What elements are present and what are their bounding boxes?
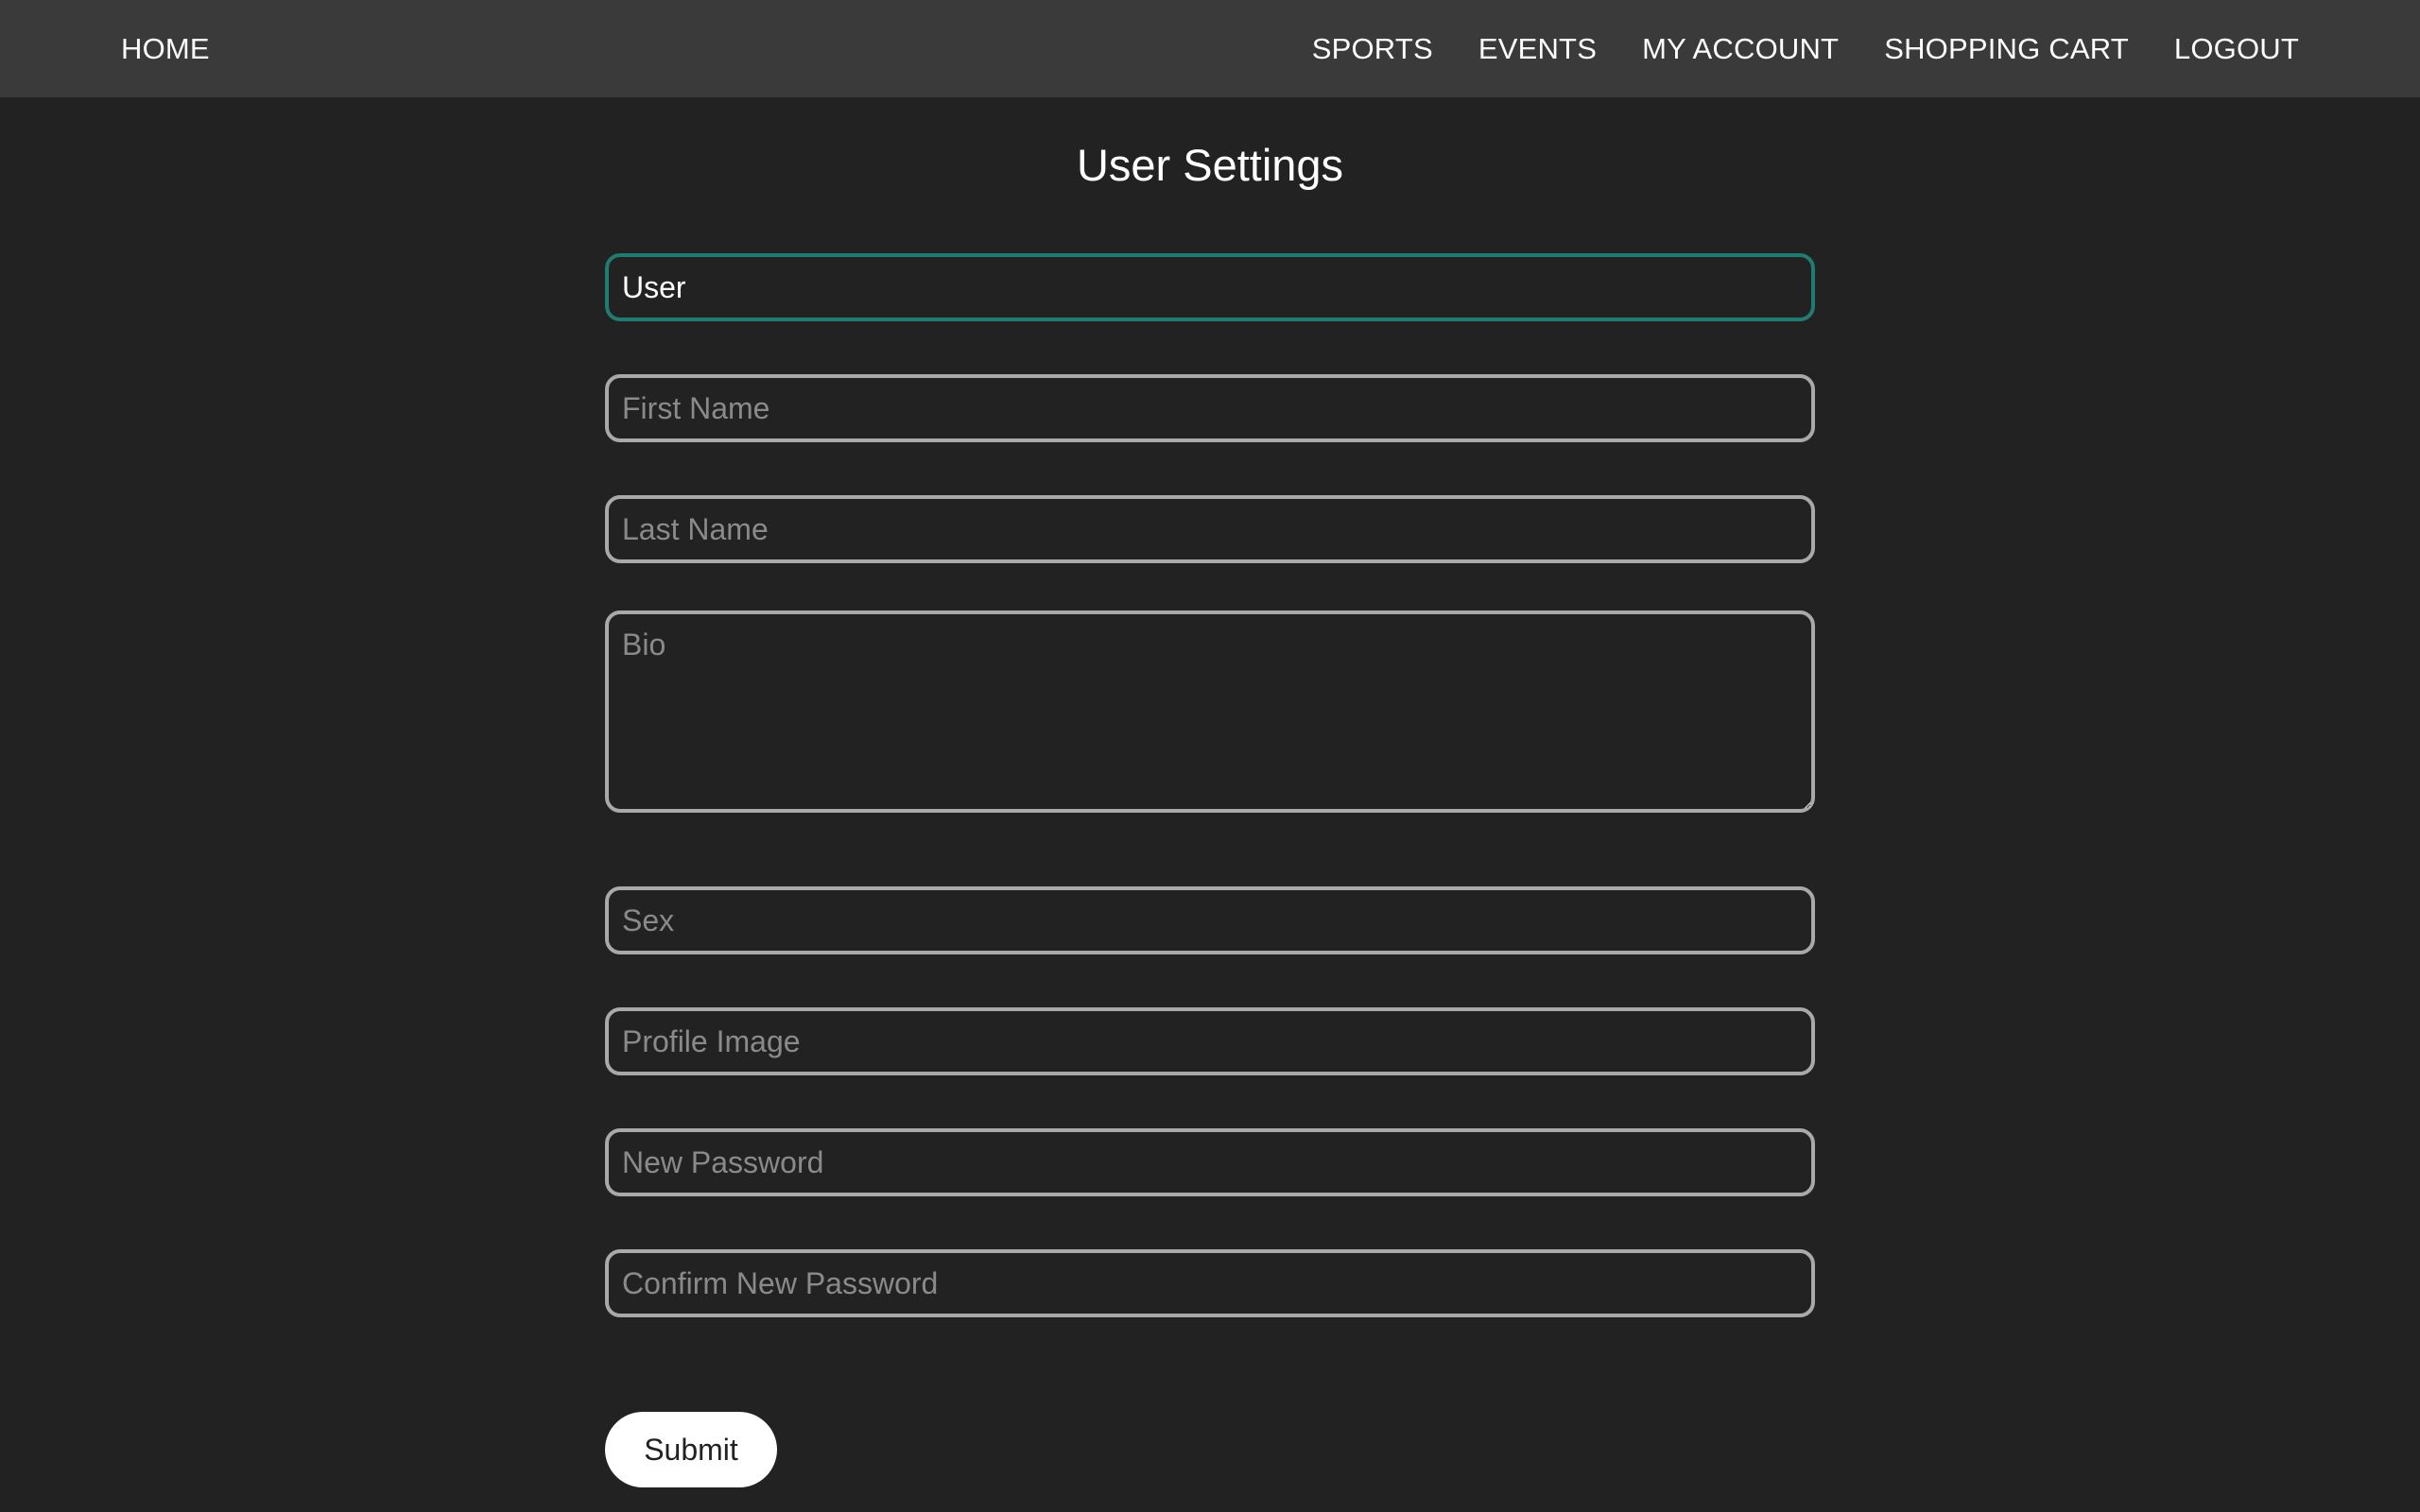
new-password-input[interactable] [605,1128,1815,1196]
username-input[interactable] [605,253,1815,321]
last-name-input[interactable] [605,495,1815,563]
nav-events-link[interactable]: EVENTS [1478,0,1597,97]
nav-shopping-cart-link[interactable]: SHOPPING CART [1884,0,2129,97]
top-navbar: HOME SPORTS EVENTS MY ACCOUNT SHOPPING C… [0,0,2420,97]
nav-my-account-link[interactable]: MY ACCOUNT [1642,0,1839,97]
page-title: User Settings [1076,140,1344,190]
bio-textarea[interactable] [605,610,1815,813]
sex-input[interactable] [605,886,1815,954]
nav-sports-link[interactable]: SPORTS [1312,0,1433,97]
confirm-password-input[interactable] [605,1249,1815,1317]
nav-logout-link[interactable]: LOGOUT [2174,0,2299,97]
profile-image-input[interactable] [605,1007,1815,1075]
nav-right-group: SPORTS EVENTS MY ACCOUNT SHOPPING CART L… [1267,0,2299,97]
first-name-input[interactable] [605,374,1815,442]
nav-home-link[interactable]: HOME [121,0,210,97]
submit-button[interactable]: Submit [605,1412,777,1487]
